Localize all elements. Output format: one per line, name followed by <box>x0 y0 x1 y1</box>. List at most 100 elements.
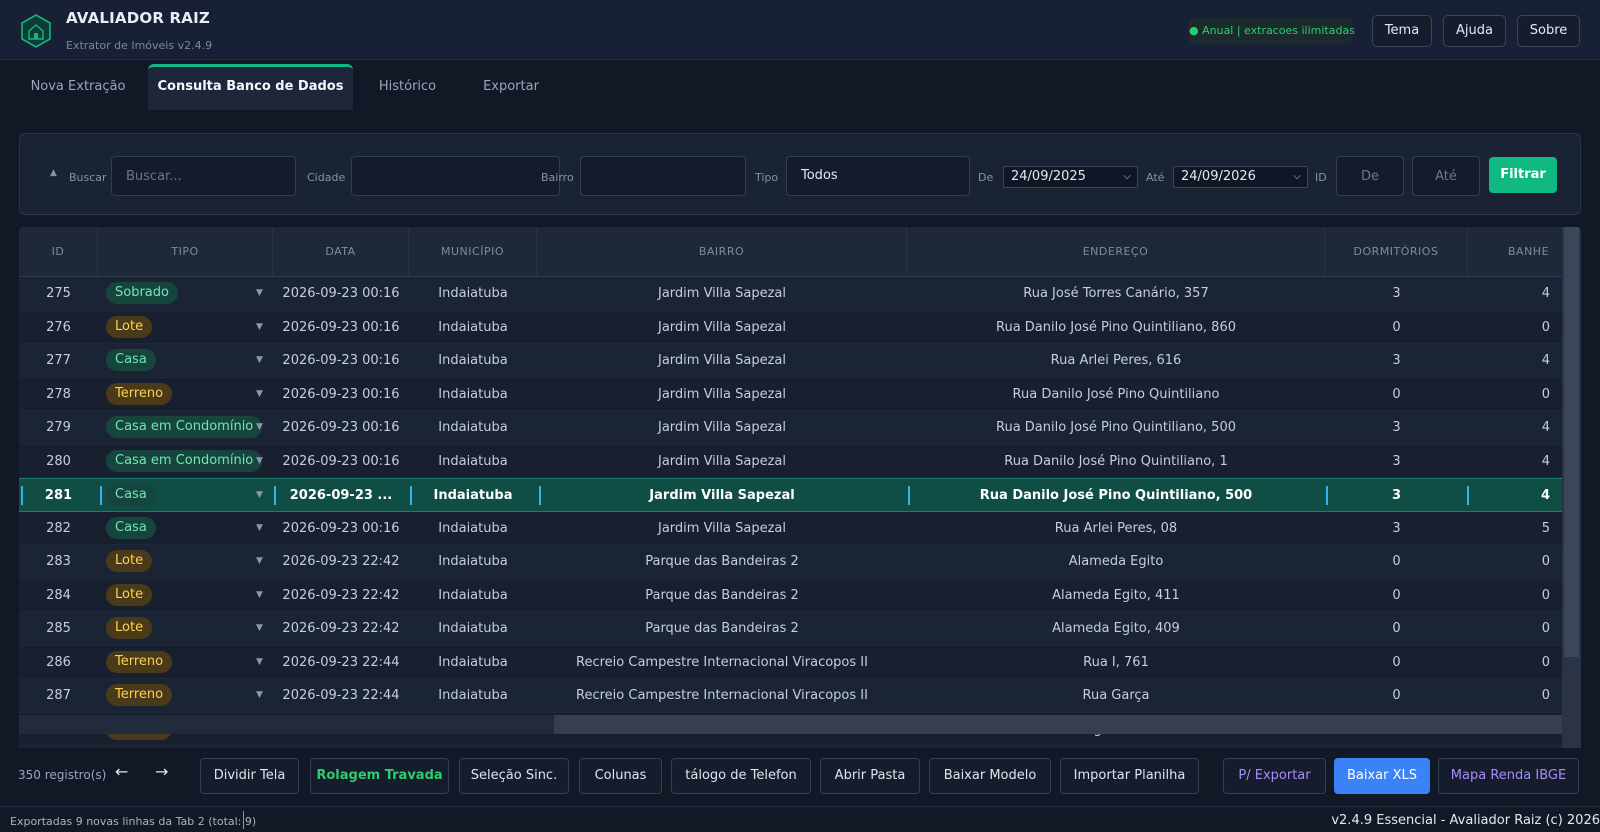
search-input[interactable] <box>111 156 296 196</box>
dropdown-arrow-icon[interactable]: ▼ <box>256 512 263 545</box>
tab-nova-extracao[interactable]: Nova Extração <box>16 64 140 110</box>
id-from-input[interactable] <box>1336 156 1404 196</box>
dropdown-arrow-icon[interactable]: ▼ <box>256 277 263 310</box>
cell-municipio: Indaiatuba <box>438 520 508 536</box>
col-header-tipo[interactable]: TIPO <box>98 227 273 277</box>
tab-exportar[interactable]: Exportar <box>466 64 556 110</box>
columns-button[interactable]: Colunas <box>579 758 662 794</box>
table-row[interactable]: 281 2026-09-23 ... Indaiatuba Jardim Villa … <box>19 478 1562 512</box>
table-row[interactable]: 286 2026-09-23 22:44 Indaiatuba Recreio Cam… <box>19 645 1562 679</box>
phone-catalog-button[interactable]: tálogo de Telefon <box>671 758 811 794</box>
cell-data: 2026-09-23 22:44 <box>282 654 400 670</box>
cell-tipo[interactable]: Casa em Condomínio ▼ <box>98 445 273 478</box>
dropdown-arrow-icon[interactable]: ▼ <box>256 646 263 679</box>
cell-id: 284 <box>46 587 71 603</box>
cell-tipo[interactable]: Lote ▼ <box>98 311 273 344</box>
col-header-endereco[interactable]: ENDEREÇO <box>907 227 1325 277</box>
prev-page-arrow-icon[interactable]: ← <box>115 762 128 781</box>
cell-endereco: Alameda Egito, 411 <box>1052 587 1180 603</box>
cell-id: 282 <box>46 520 71 536</box>
record-count: 350 registro(s) <box>18 768 107 782</box>
col-header-bairro[interactable]: BAIRRO <box>537 227 907 277</box>
tipo-badge: Lote <box>106 583 153 606</box>
cell-tipo[interactable]: Lote ▼ <box>98 579 273 612</box>
cell-dormitorios: 3 <box>1392 520 1401 536</box>
table-row[interactable]: 275 2026-09-23 00:16 Indaiatuba Jardim Vill… <box>19 277 1562 311</box>
date-from-picker[interactable]: 24/09/2025 ⌵ <box>1003 166 1138 188</box>
split-screen-button[interactable]: Dividir Tela <box>200 758 299 794</box>
tipo-label: Tipo <box>755 171 779 184</box>
collapse-caret-icon[interactable]: ▲ <box>50 168 57 178</box>
cell-banheiros: 4 <box>1541 453 1550 469</box>
dropdown-arrow-icon[interactable]: ▼ <box>256 545 263 578</box>
dropdown-arrow-icon[interactable]: ▼ <box>256 445 263 478</box>
cidade-input[interactable] <box>351 156 560 196</box>
col-header-data[interactable]: DATA <box>273 227 409 277</box>
download-template-button[interactable]: Baixar Modelo <box>929 758 1051 794</box>
dropdown-arrow-icon[interactable]: ▼ <box>256 311 263 344</box>
dropdown-arrow-icon[interactable]: ▼ <box>256 479 263 512</box>
theme-button[interactable]: Tema <box>1372 15 1432 47</box>
sync-selection-button[interactable]: Seleção Sinc. <box>459 758 569 794</box>
table-row[interactable]: 276 2026-09-23 00:16 Indaiatuba Jardim Vill… <box>19 310 1562 344</box>
cell-tipo[interactable]: Sobrado ▼ <box>98 277 273 310</box>
dropdown-arrow-icon[interactable]: ▼ <box>256 612 263 645</box>
locked-scroll-button[interactable]: Rolagem Travada <box>310 758 449 794</box>
open-folder-button[interactable]: Abrir Pasta <box>820 758 920 794</box>
dropdown-arrow-icon[interactable]: ▼ <box>256 579 263 612</box>
cell-banheiros: 4 <box>1541 353 1550 368</box>
dropdown-arrow-icon[interactable]: ▼ <box>256 344 263 377</box>
table-row[interactable]: 280 2026-09-23 00:16 Indaiatuba Jardim Vill… <box>19 444 1562 478</box>
cell-banheiros: 4 <box>1541 286 1550 301</box>
col-header-dormitorios[interactable]: DORMITÓRIOS <box>1325 227 1468 277</box>
dropdown-arrow-icon[interactable]: ▼ <box>256 411 263 444</box>
about-button[interactable]: Sobre <box>1517 15 1580 47</box>
dropdown-arrow-icon[interactable]: ▼ <box>256 378 263 411</box>
cell-tipo[interactable]: Casa ▼ <box>98 479 273 512</box>
cell-bairro: Jardim Villa Sapezal <box>649 488 795 503</box>
cell-banheiros: 0 <box>1541 554 1550 569</box>
cell-endereco: Rua Arlei Peres, 08 <box>1054 520 1178 536</box>
tab-historico[interactable]: Histórico <box>365 64 450 110</box>
cell-tipo[interactable]: Terreno ▼ <box>98 679 273 712</box>
download-xls-button[interactable]: Baixar XLS <box>1334 758 1430 794</box>
table-row[interactable]: 285 2026-09-23 22:42 Indaiatuba Parque das … <box>19 612 1562 646</box>
cell-tipo[interactable]: Casa em Condomínio ▼ <box>98 411 273 444</box>
id-to-input[interactable] <box>1412 156 1480 196</box>
table-row[interactable]: 287 2026-09-23 22:44 Indaiatuba Recreio Cam… <box>19 679 1562 713</box>
cell-tipo[interactable]: Lote ▼ <box>98 545 273 578</box>
bairro-input[interactable] <box>580 156 746 196</box>
cell-tipo[interactable]: Casa ▼ <box>98 344 273 377</box>
help-button[interactable]: Ajuda <box>1443 15 1506 47</box>
table-row[interactable]: 277 2026-09-23 00:16 Indaiatuba Jardim Vill… <box>19 344 1562 378</box>
dropdown-arrow-icon[interactable]: ▼ <box>256 679 263 712</box>
table-row[interactable]: 282 2026-09-23 00:16 Indaiatuba Jardim Vill… <box>19 511 1562 545</box>
next-page-arrow-icon[interactable]: → <box>155 762 168 781</box>
col-header-municipio[interactable]: MUNICÍPIO <box>409 227 537 277</box>
cell-dormitorios: 0 <box>1392 688 1401 703</box>
to-export-button[interactable]: P/ Exportar <box>1223 758 1326 794</box>
filter-button[interactable]: Filtrar <box>1489 157 1557 193</box>
tab-consulta-banco[interactable]: Consulta Banco de Dados <box>148 64 353 110</box>
cell-tipo[interactable]: Casa ▼ <box>98 512 273 545</box>
tipo-badge: Casa <box>106 484 156 506</box>
table-row[interactable]: 284 2026-09-23 22:42 Indaiatuba Parque das … <box>19 578 1562 612</box>
table-row[interactable]: 283 2026-09-23 22:42 Indaiatuba Parque das … <box>19 545 1562 579</box>
cell-bairro: Jardim Villa Sapezal <box>658 353 786 368</box>
cell-dormitorios: 0 <box>1392 319 1401 335</box>
ibge-income-map-button[interactable]: Mapa Renda IBGE <box>1438 758 1579 794</box>
cell-tipo[interactable]: Terreno ▼ <box>98 646 273 679</box>
col-header-banheiros[interactable]: BANHE <box>1468 227 1562 277</box>
col-header-id[interactable]: ID <box>19 227 98 277</box>
cell-tipo[interactable]: Terreno ▼ <box>98 378 273 411</box>
vertical-scroll-thumb[interactable] <box>1564 227 1579 657</box>
import-spreadsheet-button[interactable]: Importar Planilha <box>1060 758 1199 794</box>
horizontal-scroll-thumb[interactable] <box>19 715 554 734</box>
cell-tipo[interactable]: Lote ▼ <box>98 612 273 645</box>
table-row[interactable]: 279 2026-09-23 00:16 Indaiatuba Jardim Vill… <box>19 411 1562 445</box>
table-row[interactable]: 278 2026-09-23 00:16 Indaiatuba Jardim Vill… <box>19 377 1562 411</box>
date-to-picker[interactable]: 24/09/2026 ⌵ <box>1173 166 1308 188</box>
selection-marker <box>21 486 23 505</box>
cidade-label: Cidade <box>307 171 346 184</box>
tipo-select[interactable]: Todos <box>786 156 970 196</box>
